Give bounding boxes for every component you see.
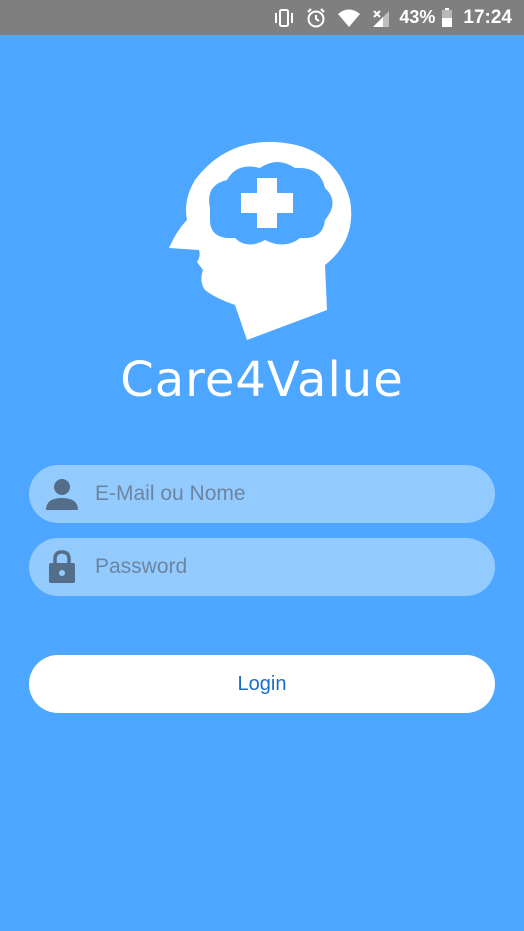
alarm-icon xyxy=(305,7,327,29)
login-button[interactable]: Login xyxy=(29,655,495,713)
password-field[interactable] xyxy=(29,538,495,596)
app-title: Care4Value xyxy=(120,352,404,408)
signal-icon xyxy=(371,8,391,28)
status-bar: 43% 17:24 xyxy=(0,0,524,35)
user-icon xyxy=(29,478,95,510)
head-medical-cross-icon xyxy=(165,140,355,340)
clock: 17:24 xyxy=(463,6,512,28)
lock-icon xyxy=(29,550,95,584)
battery-percent: 43% xyxy=(399,7,436,27)
email-field[interactable] xyxy=(29,465,495,523)
wifi-icon xyxy=(337,8,361,28)
vibrate-icon xyxy=(273,8,295,28)
email-input[interactable] xyxy=(95,474,475,514)
battery-icon xyxy=(441,7,453,28)
password-input[interactable] xyxy=(95,547,475,587)
